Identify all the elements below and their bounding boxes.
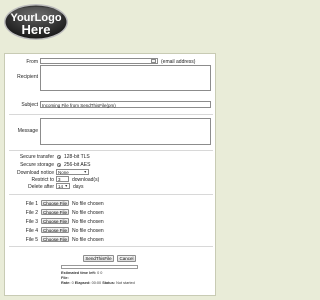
logo: YourLogo Here bbox=[3, 3, 69, 41]
download-notice-label: Download notice bbox=[17, 170, 54, 176]
address-book-icon[interactable] bbox=[151, 59, 156, 63]
file-stat: File: bbox=[61, 276, 69, 280]
choose-file-button[interactable]: Choose File bbox=[41, 200, 69, 206]
file-label: File 5 bbox=[25, 237, 38, 243]
delete-after-label: Delete after bbox=[28, 184, 54, 190]
restrict-label: Restrict to bbox=[31, 177, 54, 183]
from-input[interactable] bbox=[40, 58, 158, 64]
logo-text-line2: Here bbox=[22, 22, 51, 37]
file-label: File 2 bbox=[25, 210, 38, 216]
choose-file-button[interactable]: Choose File bbox=[41, 209, 69, 215]
restrict-input[interactable]: 3 bbox=[56, 176, 69, 182]
subject-input[interactable]: Incoming File from SendThisFile(pm) bbox=[40, 101, 211, 108]
message-label: Message bbox=[17, 128, 38, 134]
upload-progress-bar bbox=[61, 265, 138, 269]
file-status: No file chosen bbox=[72, 210, 104, 216]
delete-after-suffix: days bbox=[73, 184, 84, 190]
recipient-label: Recipient bbox=[17, 74, 38, 80]
file-label: File 1 bbox=[25, 201, 38, 207]
time-left-stat: Estimated time left: 0 0 bbox=[61, 271, 103, 275]
choose-file-button[interactable]: Choose File bbox=[41, 227, 69, 233]
rate-elapsed-status-stat: Rate: 0 Elapsed: 00:00 Status: Not start… bbox=[61, 281, 135, 285]
send-this-file-button[interactable]: SendThisFile bbox=[83, 255, 114, 262]
chevron-down-icon: ▼ bbox=[83, 170, 87, 174]
divider bbox=[9, 194, 213, 195]
secure-storage-label: Secure storage bbox=[20, 162, 54, 168]
file-label: File 3 bbox=[25, 219, 38, 225]
restrict-suffix: download(s) bbox=[72, 177, 100, 183]
subject-label: Subject bbox=[21, 102, 38, 108]
file-status: No file chosen bbox=[72, 201, 104, 207]
secure-transfer-label: Secure transfer bbox=[19, 154, 54, 160]
delete-after-select[interactable]: 14 ▼ bbox=[56, 183, 70, 189]
secure-storage-radio[interactable] bbox=[57, 163, 61, 167]
secure-transfer-value: 128-bit TLS bbox=[64, 154, 90, 160]
file-status: No file chosen bbox=[72, 219, 104, 225]
message-textarea[interactable] bbox=[40, 118, 211, 145]
secure-transfer-radio[interactable] bbox=[57, 155, 61, 159]
divider bbox=[9, 114, 213, 115]
divider bbox=[9, 150, 213, 151]
file-label: File 4 bbox=[25, 228, 38, 234]
download-notice-select[interactable]: None ▼ bbox=[56, 169, 89, 175]
file-status: No file chosen bbox=[72, 228, 104, 234]
cancel-button[interactable]: Cancel bbox=[117, 255, 136, 262]
upload-form-panel: From (email address) Recipient Subject I… bbox=[4, 53, 216, 296]
choose-file-button[interactable]: Choose File bbox=[41, 236, 69, 242]
secure-storage-value: 256-bit AES bbox=[64, 162, 91, 168]
file-status: No file chosen bbox=[72, 237, 104, 243]
logo-graphic: YourLogo Here bbox=[4, 4, 68, 40]
from-label: From bbox=[26, 59, 38, 65]
chevron-down-icon: ▼ bbox=[64, 184, 68, 188]
choose-file-button[interactable]: Choose File bbox=[41, 218, 69, 224]
recipient-textarea[interactable] bbox=[40, 65, 211, 91]
divider bbox=[9, 246, 213, 247]
